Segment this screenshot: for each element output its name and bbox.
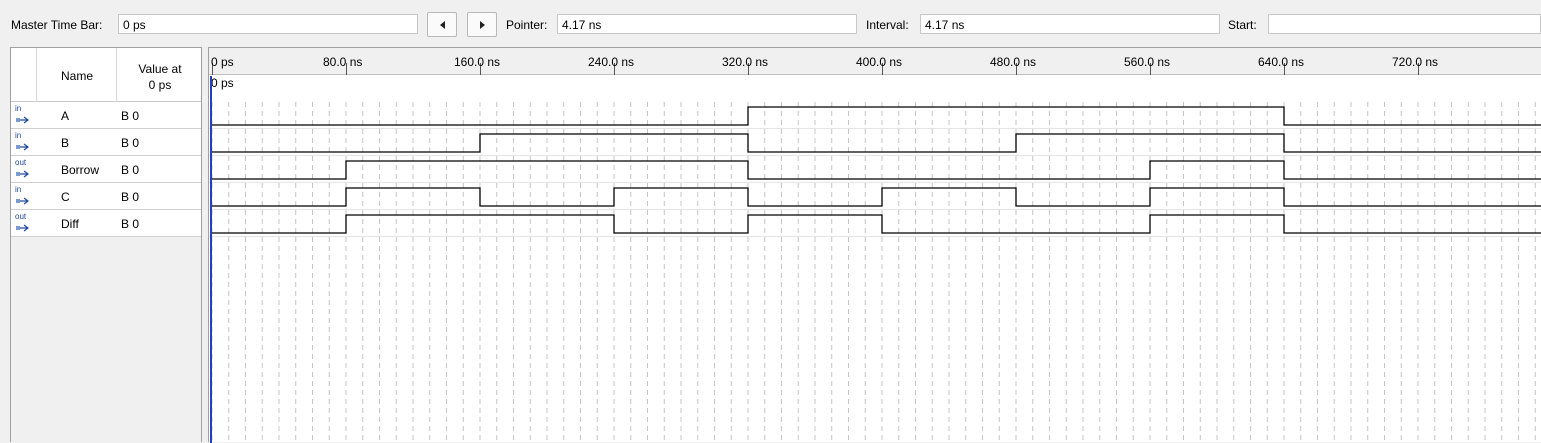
- input-pin-icon: in: [14, 131, 34, 152]
- waveform-pane[interactable]: 0 ps 80.0 ns 160.0 ns 240.0 ns 320.0 ns 400.0…: [208, 47, 1541, 443]
- signal-value: B 0: [121, 109, 140, 123]
- master-time-bar-field[interactable]: 0 ps: [118, 14, 418, 34]
- output-pin-icon: out: [14, 212, 34, 233]
- signal-value: B 0: [121, 217, 140, 231]
- waveform-canvas[interactable]: [209, 48, 1541, 443]
- signal-row-borrow[interactable]: out Borrow B 0: [11, 156, 201, 183]
- start-field[interactable]: [1268, 14, 1541, 34]
- signal-name: A: [61, 109, 70, 123]
- waveform-borrow: [212, 160, 1541, 180]
- triangle-right-icon: [479, 20, 485, 29]
- signal-row-diff[interactable]: out Diff B 0: [11, 210, 201, 237]
- input-pin-icon: in: [14, 185, 34, 206]
- signal-row-c[interactable]: in C B 0: [11, 183, 201, 210]
- value-column-header[interactable]: Value at 0 ps: [117, 61, 203, 93]
- signal-name: C: [61, 190, 70, 204]
- signal-value: B 0: [121, 190, 140, 204]
- waveform-b: [212, 133, 1541, 153]
- waveform-c: [212, 187, 1541, 207]
- value-header-line2: 0 ps: [148, 78, 172, 92]
- pointer-label: Pointer:: [506, 18, 548, 32]
- interval-field[interactable]: 4.17 ns: [920, 14, 1220, 34]
- signal-list-header: Name Value at 0 ps: [11, 48, 201, 102]
- interval-label: Interval:: [866, 18, 909, 32]
- pointer-field[interactable]: 4.17 ns: [557, 14, 857, 34]
- signal-row-a[interactable]: in A B 0: [11, 102, 201, 129]
- signal-name: Diff: [61, 217, 79, 231]
- start-label: Start:: [1228, 18, 1257, 32]
- signal-row-b[interactable]: in B B 0: [11, 129, 201, 156]
- name-column-header[interactable]: Name: [61, 69, 93, 83]
- previous-transition-button[interactable]: [427, 12, 457, 37]
- triangle-left-icon: [439, 20, 445, 29]
- master-time-bar-label: Master Time Bar:: [11, 18, 103, 32]
- signal-list-pane: Name Value at 0 ps in A B 0 in B B 0 out Borrow…: [10, 47, 202, 442]
- waveform-diff: [212, 214, 1541, 234]
- signal-name: Borrow: [61, 163, 100, 177]
- next-transition-button[interactable]: [467, 12, 497, 37]
- time-toolbar: Master Time Bar: 0 ps Pointer: 4.17 ns I…: [0, 0, 1541, 46]
- signal-value: B 0: [121, 136, 140, 150]
- value-header-line1: Value at: [138, 62, 182, 76]
- signal-value: B 0: [121, 163, 140, 177]
- output-pin-icon: out: [14, 158, 34, 179]
- waveform-a: [212, 106, 1541, 126]
- input-pin-icon: in: [14, 104, 34, 125]
- signal-name: B: [61, 136, 70, 150]
